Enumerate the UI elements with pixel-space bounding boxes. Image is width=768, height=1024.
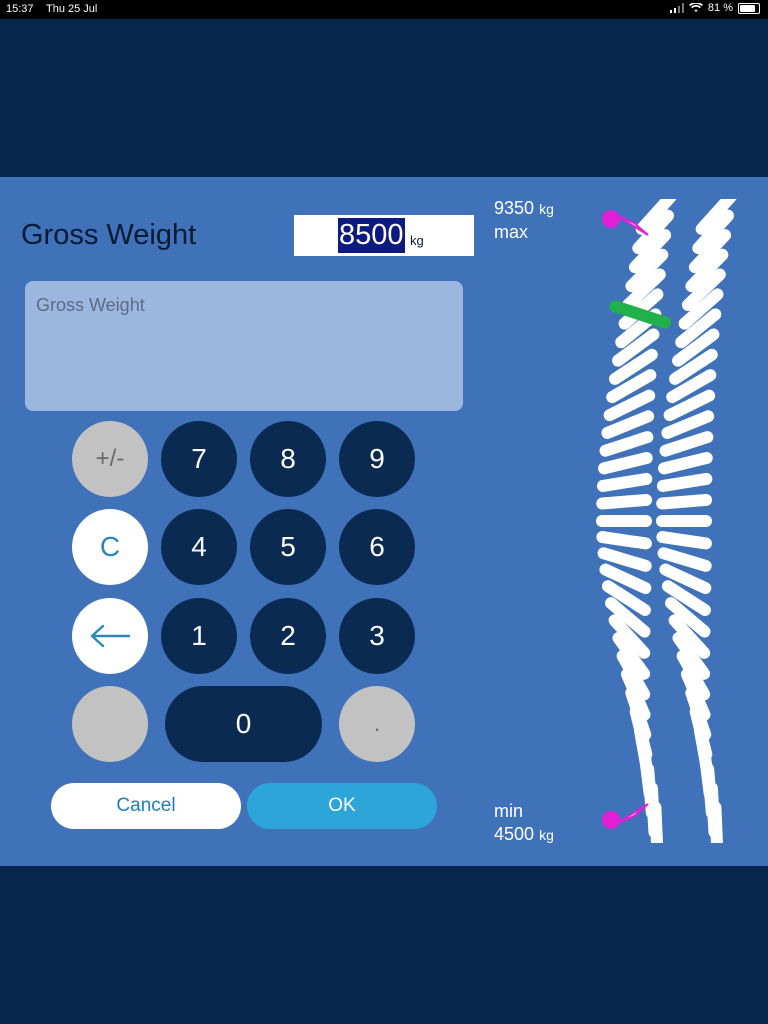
max-limit-indicator-dot: [602, 210, 620, 228]
gauge-max-text: max: [494, 222, 529, 242]
gauge-min-value: 4500: [494, 824, 535, 844]
key-7-label: 7: [191, 443, 207, 474]
min-limit-indicator-dot: [602, 811, 620, 829]
key-7[interactable]: 7: [161, 421, 237, 497]
value-unit: kg: [410, 233, 424, 248]
plus-minus-key[interactable]: +/-: [72, 421, 148, 497]
key-6-label: 6: [369, 531, 385, 562]
gauge-min-text: min: [494, 801, 524, 821]
gauge-stripe: [656, 515, 712, 527]
weight-gauge[interactable]: [578, 199, 744, 843]
key-1-label: 1: [191, 620, 207, 651]
key-6[interactable]: 6: [339, 509, 415, 585]
key-2-label: 2: [280, 620, 296, 651]
key-4-label: 4: [191, 531, 207, 562]
field-title: Gross Weight: [21, 219, 197, 251]
value-display[interactable]: 8500 kg: [294, 215, 474, 256]
backspace-key[interactable]: [72, 598, 148, 674]
key-1[interactable]: 1: [161, 598, 237, 674]
ok-button[interactable]: OK: [247, 783, 437, 829]
key-5-label: 5: [280, 531, 296, 562]
gross-weight-dialog: Gross Weight 8500 kg Gross Weight +/- 7 …: [0, 177, 768, 866]
cancel-label: Cancel: [116, 795, 176, 816]
gauge-max-value: 9350: [494, 198, 535, 218]
gauge-max-unit: kg: [539, 201, 554, 217]
key-0-label: 0: [235, 708, 252, 739]
description-box: Gross Weight: [25, 281, 463, 411]
key-5[interactable]: 5: [250, 509, 326, 585]
left-arrow-icon: [90, 624, 131, 648]
ok-label: OK: [328, 795, 356, 816]
clear-key[interactable]: C: [72, 509, 148, 585]
gauge-min-unit: kg: [539, 827, 554, 843]
key-9-label: 9: [369, 443, 385, 474]
battery-percent: 81 %: [707, 2, 733, 14]
decimal-label: .: [373, 711, 381, 736]
gauge-stripe: [709, 801, 724, 843]
description-text: Gross Weight: [36, 295, 145, 315]
decimal-key[interactable]: .: [339, 686, 415, 762]
wifi-icon: [688, 3, 703, 12]
key-8-label: 8: [280, 443, 296, 474]
key-9[interactable]: 9: [339, 421, 415, 497]
gauge-stripe: [596, 515, 652, 527]
key-2[interactable]: 2: [250, 598, 326, 674]
value-text: 8500: [338, 218, 405, 253]
status-indicators: 81 %: [669, 2, 760, 14]
key-8[interactable]: 8: [250, 421, 326, 497]
status-bar: 15:37 Thu 25 Jul 81 %: [0, 0, 768, 19]
clear-label: C: [99, 531, 121, 562]
key-0[interactable]: 0: [165, 686, 322, 762]
gauge-max-label: 9350 kg max: [494, 197, 554, 244]
battery-icon: [738, 2, 760, 14]
blank-key[interactable]: [72, 686, 148, 762]
key-3[interactable]: 3: [339, 598, 415, 674]
battery-fill: [740, 4, 755, 12]
gauge-stripe: [649, 801, 664, 843]
plus-minus-label: +/-: [95, 445, 125, 472]
gauge-min-label: min 4500 kg: [494, 800, 554, 847]
key-3-label: 3: [369, 620, 385, 651]
key-4[interactable]: 4: [161, 509, 237, 585]
cancel-button[interactable]: Cancel: [51, 783, 241, 829]
status-time: 15:37: [6, 3, 34, 15]
signal-icon: [669, 3, 684, 13]
status-date: Thu 25 Jul: [46, 3, 98, 15]
